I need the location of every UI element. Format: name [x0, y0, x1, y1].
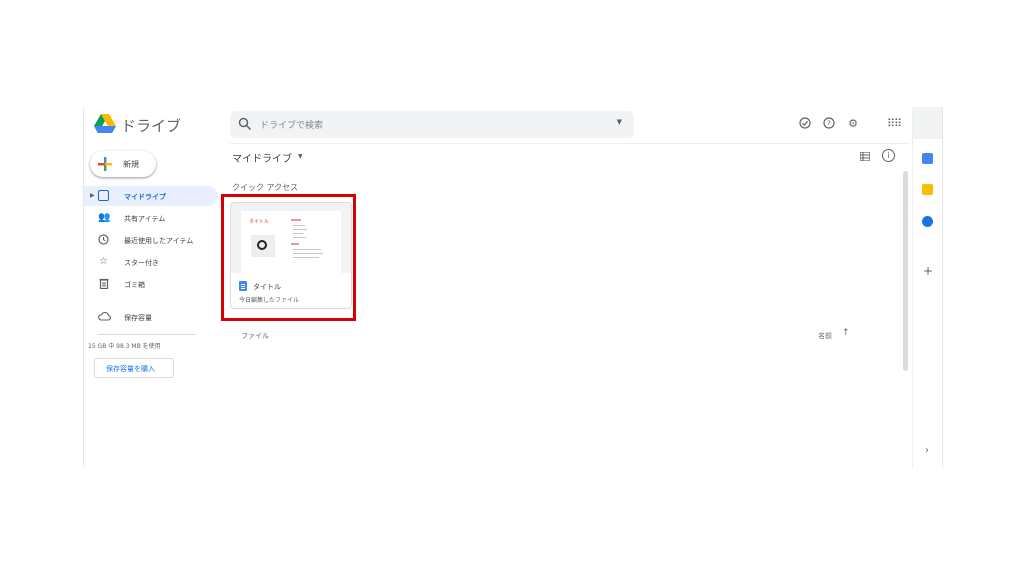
new-button[interactable]: 新規 [90, 151, 156, 177]
quick-access-label: クイック アクセス [232, 183, 299, 192]
caret-down-icon[interactable]: ▼ [298, 153, 303, 160]
help-icon[interactable]: ? [822, 117, 836, 131]
sidebar-item-label: 保存容量 [124, 314, 152, 322]
cloud-icon [98, 311, 111, 322]
search-bar[interactable]: ドライブで検索 ▼ [230, 111, 634, 138]
expand-arrow-icon[interactable]: ▶ [90, 192, 95, 199]
scrollbar[interactable] [903, 171, 908, 371]
top-bar: ドライブ ドライブで検索 ▼ ? ⚙ ⠿⠿ [84, 107, 942, 143]
tasks-icon[interactable] [922, 216, 933, 227]
search-icon[interactable] [238, 117, 252, 131]
sidebar-item-label: 最近使用したアイテム [124, 237, 194, 245]
offline-status-icon[interactable] [798, 117, 812, 131]
sidebar-item-label: 共有アイテム [124, 215, 166, 223]
trash-icon [98, 278, 109, 290]
svg-text:?: ? [827, 120, 831, 128]
plus-icon[interactable]: + [923, 264, 933, 278]
star-icon: ☆ [99, 256, 108, 267]
app-title: ドライブ [121, 117, 182, 135]
list-view-icon[interactable] [860, 152, 870, 161]
breadcrumb[interactable]: マイドライブ [232, 150, 292, 165]
my-drive-icon [98, 190, 109, 201]
search-input[interactable]: ドライブで検索 [260, 118, 323, 131]
sidebar-item-label: ゴミ箱 [124, 281, 145, 289]
sidebar-item-recent[interactable]: 最近使用したアイテム [84, 230, 218, 250]
storage-usage-bar [98, 334, 196, 335]
calendar-icon[interactable] [922, 153, 933, 164]
clock-icon [98, 234, 109, 245]
sidebar-item-label: マイドライブ [124, 193, 166, 201]
sidebar-item-starred[interactable]: ☆ スター付き [84, 252, 218, 272]
info-icon[interactable]: i [882, 149, 895, 162]
files-section-label: ファイル [241, 332, 269, 340]
side-panel-header [913, 107, 942, 139]
sort-by-name-button[interactable]: 名前 [818, 331, 832, 341]
people-icon: 👥 [98, 212, 111, 223]
sidebar-item-trash[interactable]: ゴミ箱 [84, 274, 218, 294]
header-divider [230, 143, 910, 144]
highlight-box [221, 194, 356, 321]
sidebar-item-label: スター付き [124, 259, 159, 267]
buy-storage-button[interactable]: 保存容量を購入 [94, 358, 174, 378]
side-panel: + › [912, 107, 942, 467]
drive-window: ドライブ ドライブで検索 ▼ ? ⚙ ⠿⠿ 新規 ▶ マイドライブ 👥 共有アイ… [83, 107, 943, 467]
sidebar-item-storage[interactable]: 保存容量 [84, 307, 218, 327]
new-button-label: 新規 [123, 160, 139, 169]
drive-logo-icon[interactable] [94, 114, 116, 134]
arrow-up-icon[interactable]: ↑ [842, 328, 850, 338]
buy-storage-label: 保存容量を購入 [106, 365, 155, 373]
apps-grid-icon[interactable]: ⠿⠿ [887, 117, 902, 130]
settings-icon[interactable]: ⚙ [846, 117, 860, 131]
chevron-right-icon[interactable]: › [925, 445, 929, 456]
plus-icon [97, 153, 113, 177]
keep-icon[interactable] [922, 184, 933, 195]
sidebar-item-my-drive[interactable]: ▶ マイドライブ [84, 186, 218, 206]
storage-usage-text: 15 GB 中 98.3 MB を使用 [88, 343, 161, 350]
caret-down-icon[interactable]: ▼ [617, 118, 622, 126]
sidebar-item-shared[interactable]: 👥 共有アイテム [84, 208, 218, 228]
